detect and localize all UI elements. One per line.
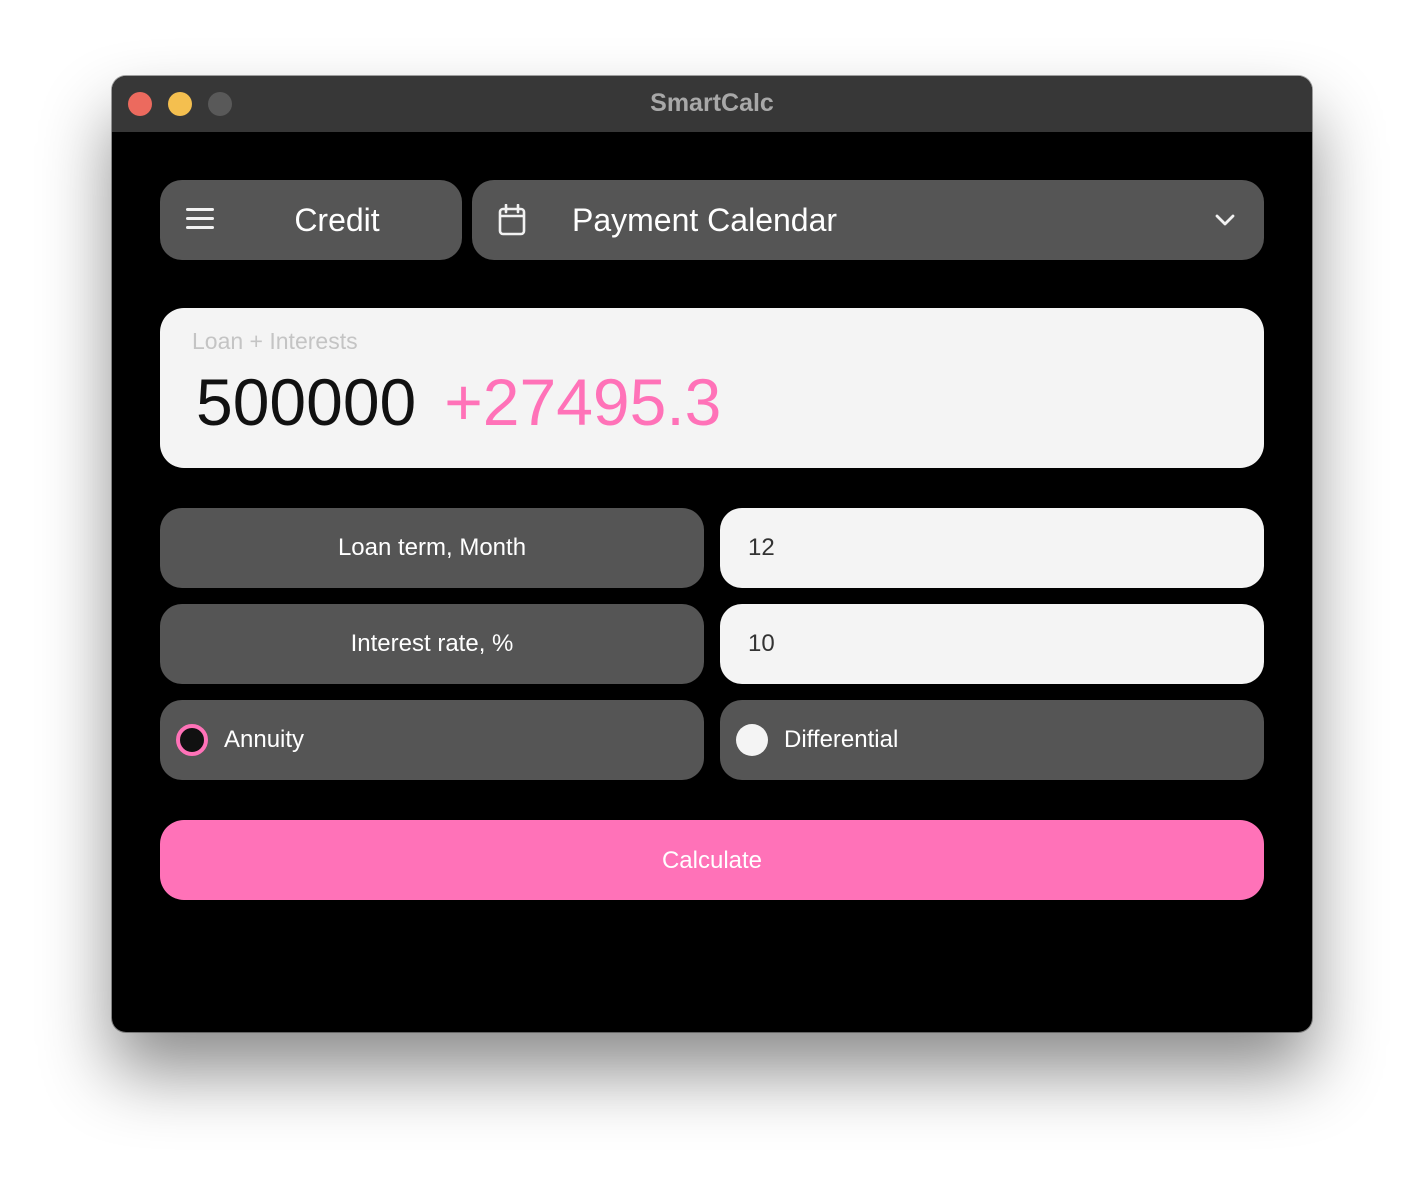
hamburger-menu-icon: [186, 208, 214, 230]
loan-term-input[interactable]: 12: [720, 508, 1264, 588]
result-display: Loan + Interests 500000 +27495.3: [160, 308, 1264, 468]
differential-radio-option[interactable]: Differential: [720, 700, 1264, 780]
calculator-mode-label: Credit: [294, 202, 380, 238]
window-title: SmartCalc: [650, 89, 774, 117]
annuity-radio-option[interactable]: Annuity: [160, 700, 704, 780]
app-window: SmartCalc Credit Payment Calendar Loan +…: [112, 76, 1312, 1032]
interest-rate-value: 10: [748, 630, 775, 657]
loan-term-label-text: Loan term, Month: [337, 534, 527, 561]
annuity-label: Annuity: [224, 726, 305, 753]
annuity-radio-button[interactable]: [176, 724, 208, 756]
loan-term-label: Loan term, Month: [160, 508, 704, 588]
calculate-button[interactable]: Calculate: [160, 820, 1264, 900]
result-values: 500000 +27495.3: [196, 364, 721, 440]
loan-amount-value: 500000: [196, 365, 417, 439]
calculate-button-label: Calculate: [661, 847, 763, 874]
interest-rate-label-text: Interest rate, %: [350, 630, 514, 657]
calendar-icon: [498, 204, 526, 236]
differential-radio-button[interactable]: [736, 724, 768, 756]
payment-calendar-label: Payment Calendar: [572, 202, 838, 238]
result-caption: Loan + Interests: [192, 328, 358, 354]
loan-term-value: 12: [748, 534, 775, 561]
interest-rate-label: Interest rate, %: [160, 604, 704, 684]
payment-calendar-dropdown[interactable]: Payment Calendar: [472, 180, 1264, 260]
title-bar: SmartCalc: [112, 76, 1312, 132]
calculator-mode-button[interactable]: Credit: [160, 180, 462, 260]
differential-label: Differential: [784, 726, 899, 753]
interest-amount-value: +27495.3: [444, 365, 722, 439]
chevron-down-icon: [1215, 214, 1235, 226]
interest-rate-input[interactable]: 10: [720, 604, 1264, 684]
